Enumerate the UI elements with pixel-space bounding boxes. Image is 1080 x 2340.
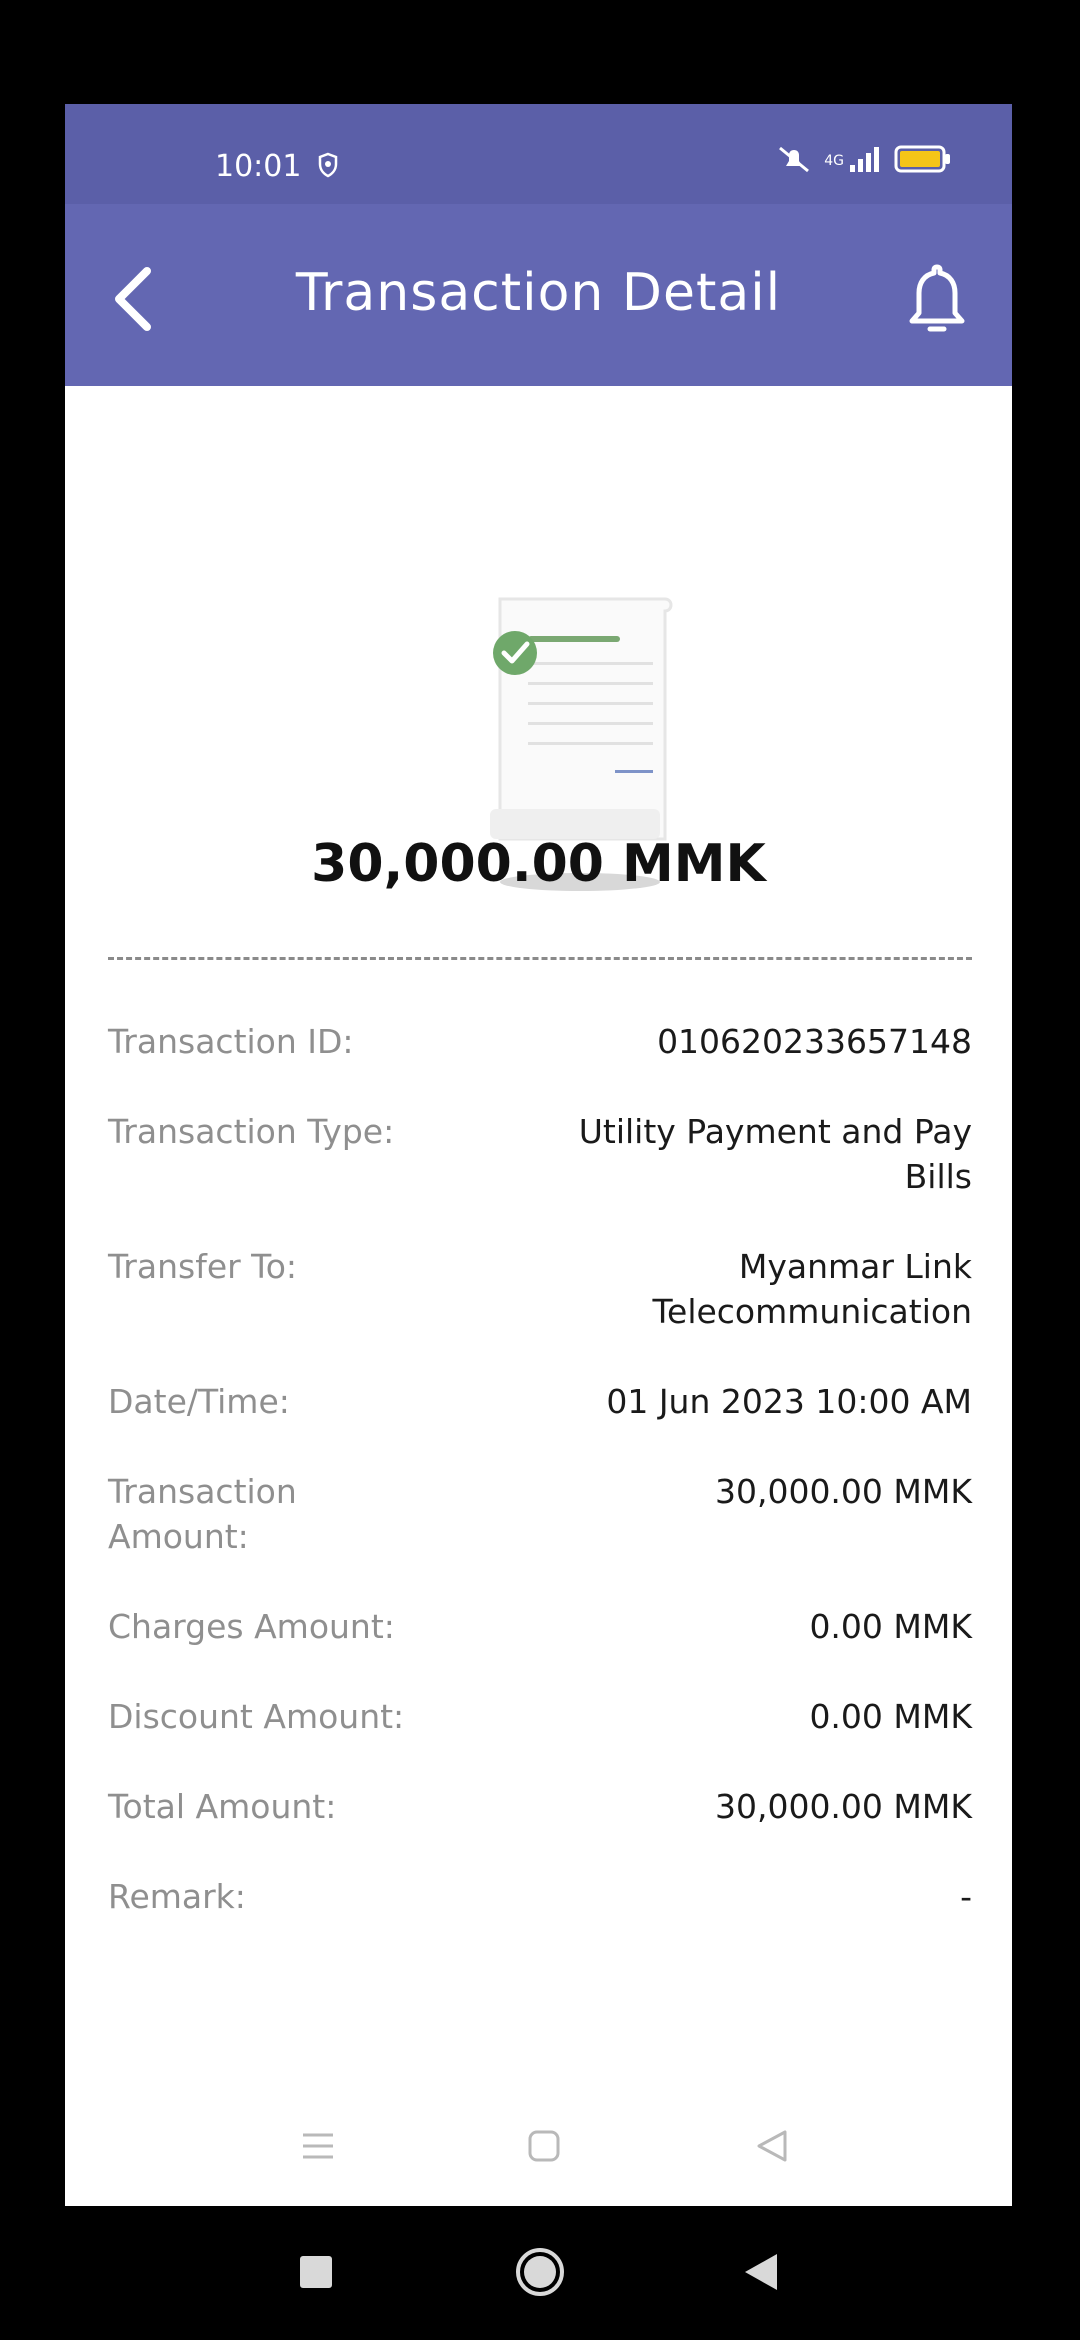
status-time: 10:01 — [215, 149, 302, 184]
detail-label: Transfer To: — [108, 1247, 298, 1286]
detail-value: 010620233657148 — [657, 1022, 972, 1061]
detail-value: 01 Jun 2023 10:00 AM — [606, 1382, 972, 1421]
back-icon[interactable] — [745, 2254, 777, 2294]
detail-label: Date/Time: — [108, 1382, 290, 1421]
detail-value: Myanmar Link Telecommunication — [652, 1247, 972, 1331]
detail-value: 0.00 MMK — [809, 1697, 972, 1736]
transaction-amount-heading: 30,000.00 MMK — [311, 834, 766, 894]
app-bar: Transaction Detail — [65, 204, 1012, 386]
system-navigation-bar — [0, 2206, 1080, 2340]
detail-label: Charges Amount: — [108, 1607, 395, 1646]
detail-value: 30,000.00 MMK — [714, 1472, 972, 1511]
mute-icon — [776, 144, 812, 178]
detail-value: 0.00 MMK — [809, 1607, 972, 1646]
detail-label: Transaction Amount: — [108, 1472, 297, 1556]
bell-icon — [902, 264, 972, 343]
detail-label: Transaction ID: — [108, 1022, 354, 1061]
detail-value: 30,000.00 MMK — [714, 1787, 972, 1826]
page-title: Transaction Detail — [295, 263, 782, 323]
recents-icon[interactable] — [300, 2256, 332, 2292]
home-icon[interactable] — [514, 2246, 566, 2302]
detail-label: Total Amount: — [108, 1787, 337, 1826]
home-square-icon[interactable] — [527, 2129, 561, 2167]
shield-icon — [317, 152, 339, 182]
phone-screen: 10:01 4G Transaction Detail 30,000.00 MM… — [65, 104, 1012, 2206]
detail-label: Discount Amount: — [108, 1697, 405, 1736]
detail-value: Utility Payment and Pay Bills — [578, 1112, 972, 1196]
menu-icon[interactable] — [301, 2129, 335, 2167]
status-bar: 10:01 4G — [65, 104, 1012, 204]
network-label: 4G — [824, 153, 844, 169]
detail-label: Transaction Type: — [108, 1112, 395, 1151]
signal-icon — [848, 145, 882, 177]
in-app-navigation-bar — [65, 2104, 1012, 2204]
dashed-divider — [108, 957, 972, 960]
detail-label: Remark: — [108, 1877, 246, 1916]
notification-button[interactable] — [902, 259, 972, 339]
back-triangle-icon[interactable] — [755, 2129, 789, 2167]
detail-value: - — [960, 1877, 972, 1916]
battery-icon — [894, 144, 952, 178]
status-icons: 4G — [776, 144, 952, 178]
